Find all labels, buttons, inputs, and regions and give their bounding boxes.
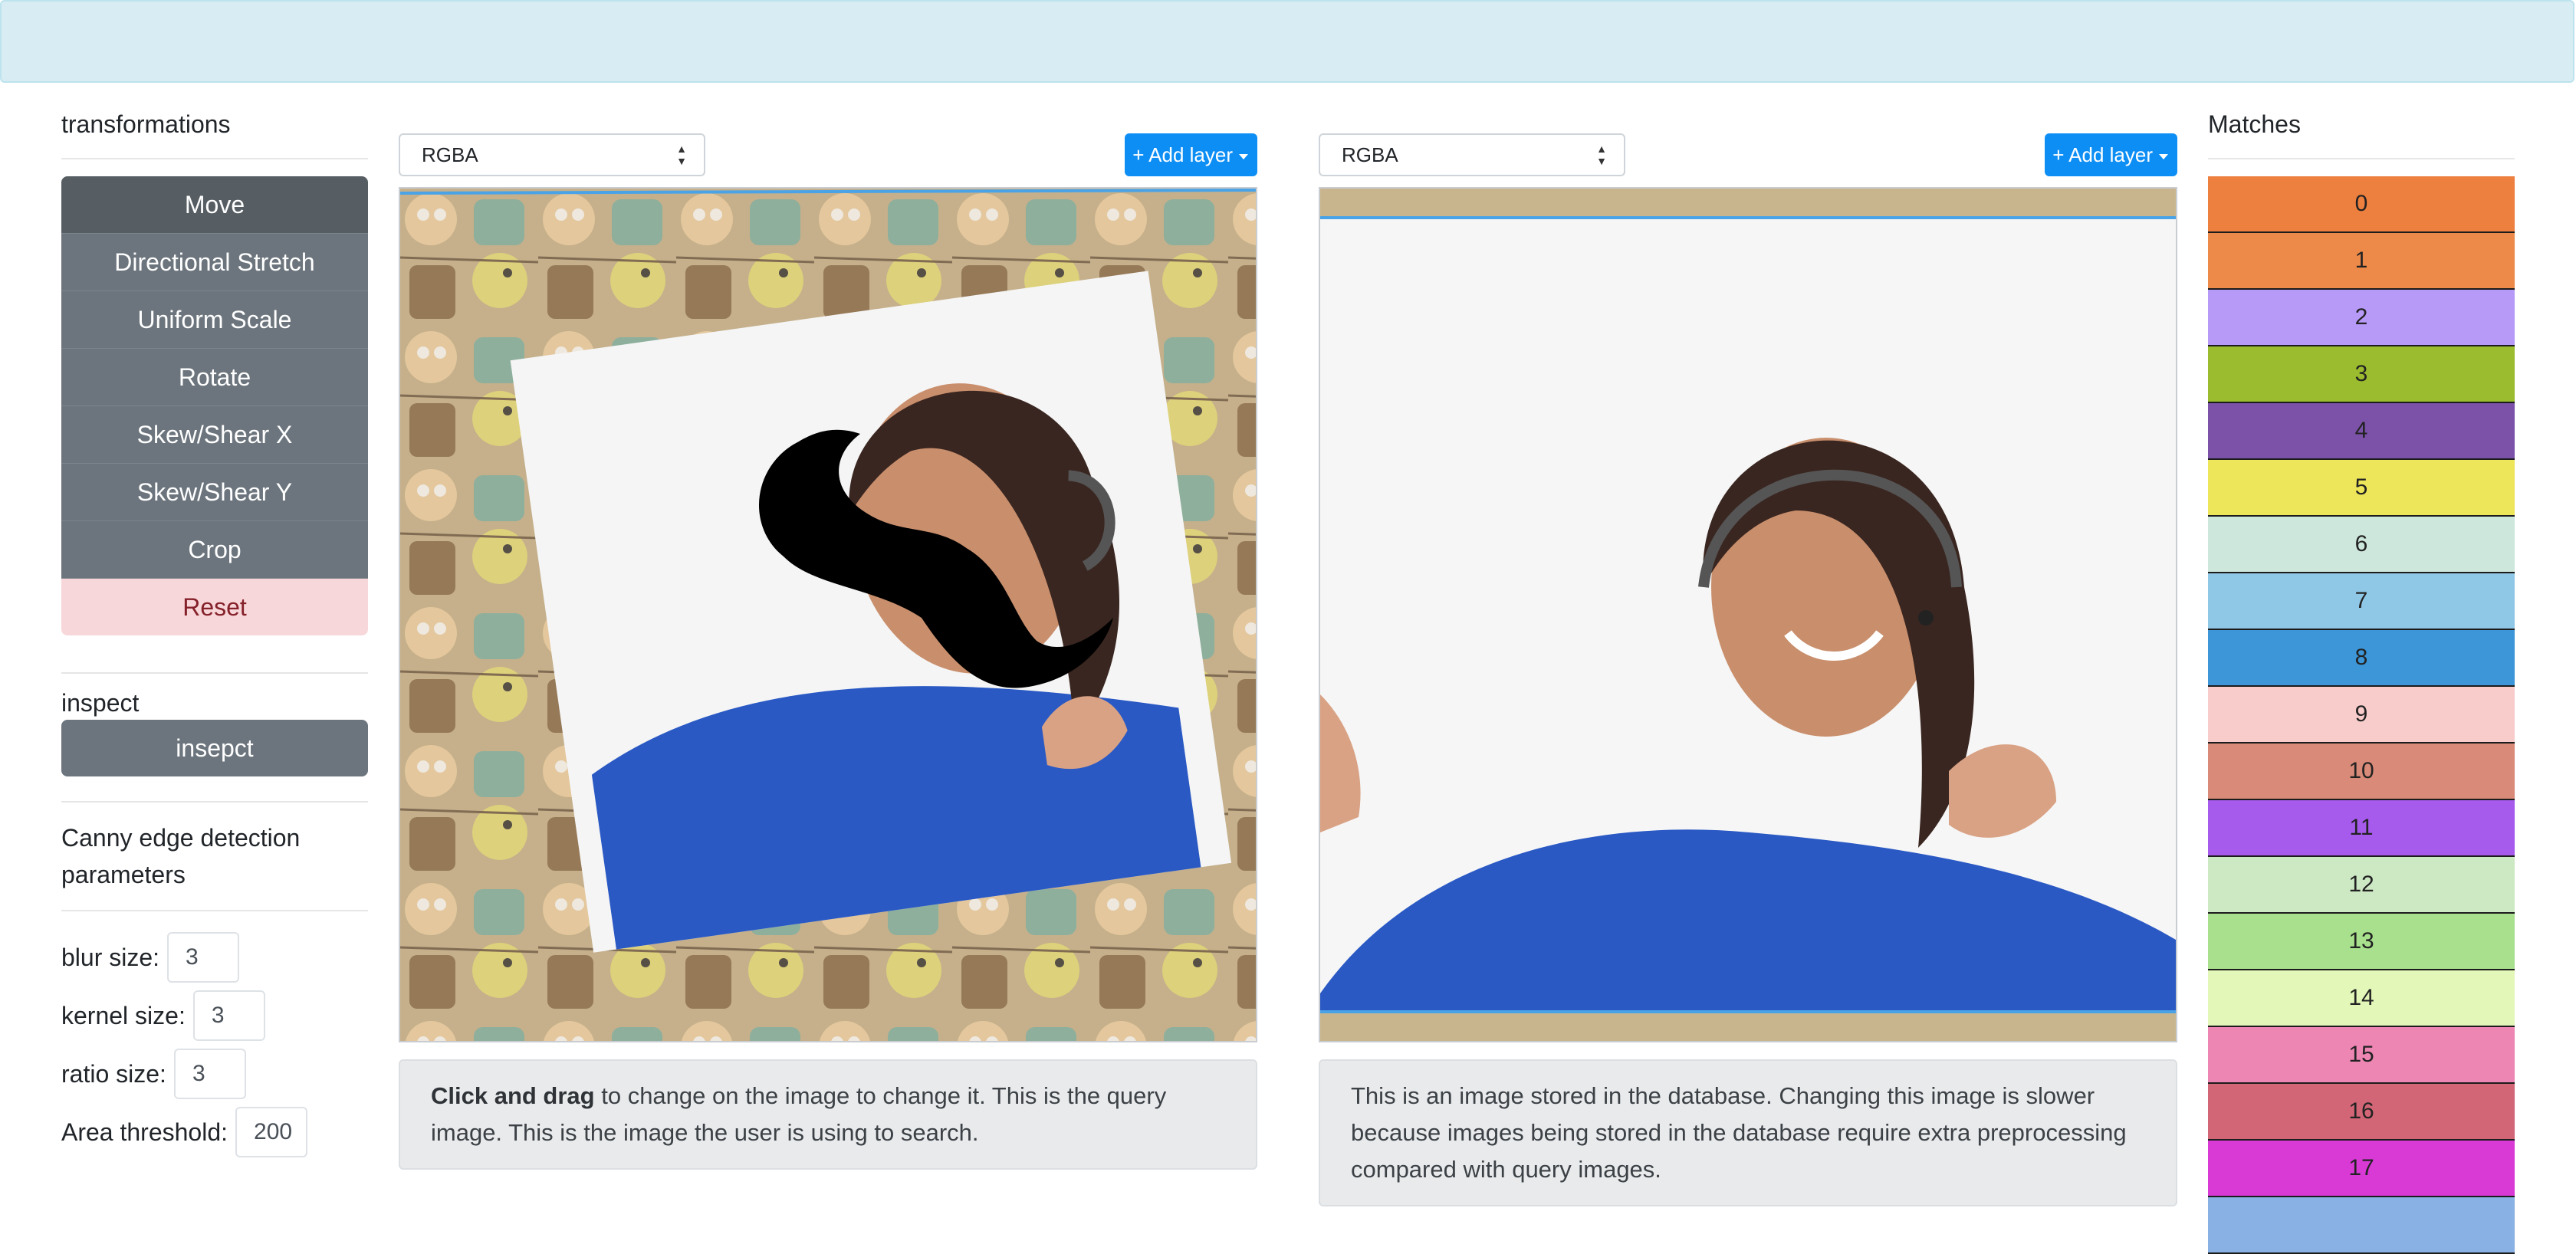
query-image-canvas[interactable]	[399, 187, 1257, 1042]
db-channel-value: RGBA	[1342, 143, 1398, 166]
match-item[interactable]: 7	[2208, 573, 2515, 630]
inspect-title: inspect	[61, 689, 140, 717]
match-item[interactable]: 13	[2208, 914, 2515, 970]
match-item[interactable]: 2	[2208, 290, 2515, 346]
move-button[interactable]: Move	[61, 176, 368, 234]
uniform-scale-button[interactable]: Uniform Scale	[61, 291, 368, 349]
matches-title: Matches	[2208, 110, 2301, 138]
kernel-size-input[interactable]	[192, 990, 265, 1041]
add-layer-label: + Add layer	[2052, 143, 2153, 166]
select-arrows-icon: ▲ ▼	[1596, 143, 1607, 167]
match-item[interactable]: 17	[2208, 1141, 2515, 1197]
match-item[interactable]: 15	[2208, 1027, 2515, 1084]
blur-size-input[interactable]	[167, 932, 240, 983]
area-threshold-label: Area threshold:	[61, 1118, 228, 1146]
add-layer-label: + Add layer	[1132, 143, 1233, 166]
db-channel-select[interactable]: RGBA ▲ ▼	[1319, 133, 1625, 176]
caption-bold: Click and drag	[431, 1082, 595, 1109]
skew-shear-y-button[interactable]: Skew/Shear Y	[61, 464, 368, 521]
skew-shear-x-button[interactable]: Skew/Shear X	[61, 406, 368, 464]
ratio-size-label: ratio size:	[61, 1059, 166, 1088]
reset-button[interactable]: Reset	[61, 579, 368, 635]
match-item[interactable]: 14	[2208, 970, 2515, 1027]
divider	[61, 158, 368, 159]
match-item[interactable]: 11	[2208, 800, 2515, 857]
match-item[interactable]: 9	[2208, 687, 2515, 744]
top-alert-bar	[0, 0, 2574, 83]
match-item[interactable]: 16	[2208, 1084, 2515, 1141]
database-caption: This is an image stored in the database.…	[1319, 1059, 2177, 1206]
match-item[interactable]: 6	[2208, 517, 2515, 573]
rotated-photo	[510, 271, 1232, 953]
match-item[interactable]: 10	[2208, 744, 2515, 800]
match-item[interactable]: 12	[2208, 857, 2515, 914]
query-channel-select[interactable]: RGBA ▲ ▼	[399, 133, 705, 176]
area-threshold-row: Area threshold:	[61, 1103, 368, 1161]
match-item[interactable]	[2208, 1197, 2515, 1254]
query-channel-value: RGBA	[422, 143, 478, 166]
query-add-layer-button[interactable]: + Add layer	[1125, 133, 1257, 176]
transformations-panel: transformations Move Directional Stretch…	[61, 107, 368, 1161]
select-arrows-icon: ▲ ▼	[676, 143, 687, 167]
kernel-size-label: kernel size:	[61, 1001, 186, 1029]
ratio-size-row: ratio size:	[61, 1045, 368, 1103]
matches-list: 0 1 2 3 4 5 6 7 8 9 10 11 12 13 14 15 16 17	[2208, 176, 2515, 1254]
query-caption: Click and drag to change on the image to…	[399, 1059, 1257, 1170]
match-item[interactable]: 3	[2208, 346, 2515, 403]
divider	[2208, 158, 2515, 159]
kernel-size-row: kernel size:	[61, 986, 368, 1045]
inspect-button[interactable]: insepct	[61, 720, 368, 776]
match-item[interactable]: 8	[2208, 630, 2515, 687]
match-item[interactable]: 1	[2208, 233, 2515, 290]
database-image-photo	[1320, 189, 2176, 1041]
match-item[interactable]: 5	[2208, 460, 2515, 517]
db-add-layer-button[interactable]: + Add layer	[2045, 133, 2177, 176]
blur-size-label: blur size:	[61, 943, 160, 971]
canny-params: blur size: kernel size: ratio size: Area…	[61, 928, 368, 1161]
match-item[interactable]: 4	[2208, 403, 2515, 460]
database-image-canvas[interactable]	[1319, 187, 2177, 1042]
transformation-buttons: Move Directional Stretch Uniform Scale R…	[61, 176, 368, 635]
rotate-button[interactable]: Rotate	[61, 349, 368, 406]
divider	[61, 910, 368, 911]
ratio-size-input[interactable]	[173, 1049, 246, 1099]
crop-button[interactable]: Crop	[61, 521, 368, 579]
match-item[interactable]: 0	[2208, 176, 2515, 233]
blur-size-row: blur size:	[61, 928, 368, 986]
directional-stretch-button[interactable]: Directional Stretch	[61, 234, 368, 291]
caret-down-icon	[1239, 153, 1248, 159]
query-image-composite	[400, 189, 1256, 1041]
canny-title: Canny edge detection parameters	[61, 824, 301, 888]
transformations-title: transformations	[61, 110, 231, 138]
caret-down-icon	[2159, 153, 2168, 159]
matches-panel: Matches 0 1 2 3 4 5 6 7 8 9 10 11 12 13 14 15 16 17	[2208, 107, 2515, 1254]
divider	[61, 801, 368, 803]
area-threshold-input[interactable]	[235, 1107, 308, 1157]
divider	[61, 672, 368, 674]
